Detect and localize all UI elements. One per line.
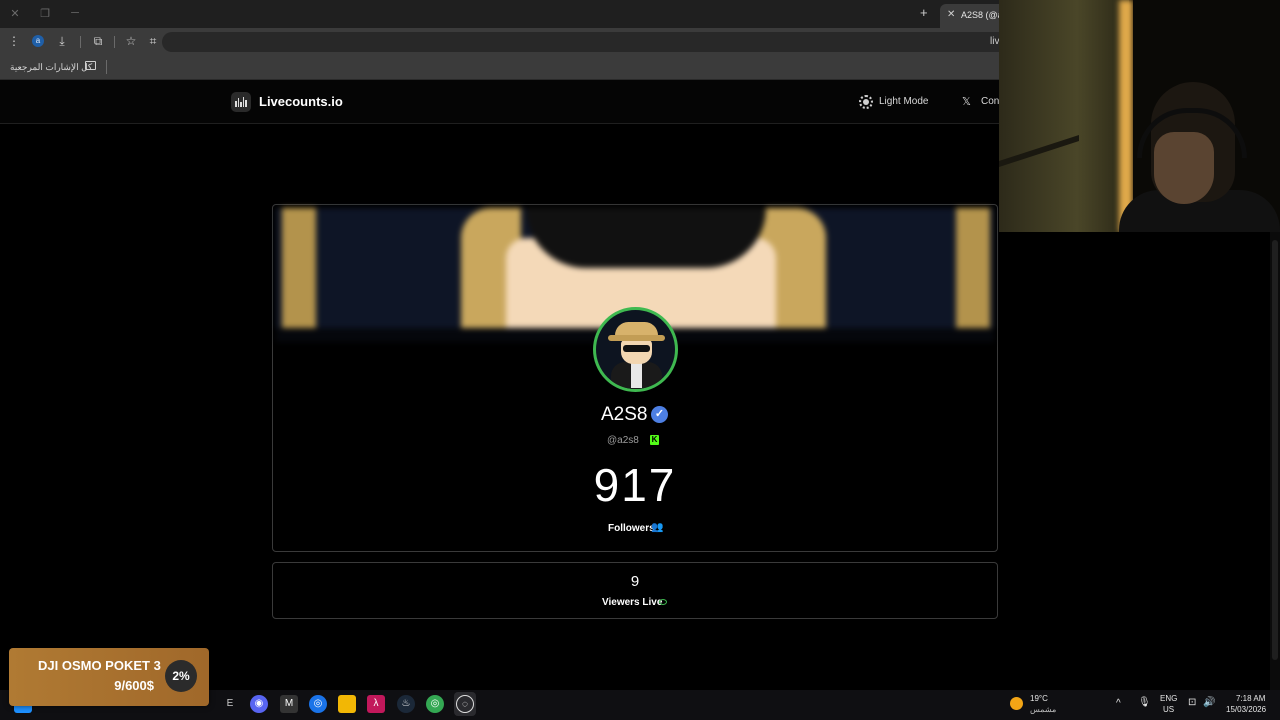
discord-icon[interactable]: ◉ — [250, 695, 268, 713]
contact-link[interactable]: Con — [981, 96, 1000, 107]
clock-date[interactable]: 15/03/2026 — [1226, 705, 1266, 714]
scrollbar-thumb[interactable] — [1272, 240, 1278, 660]
bookmarks-divider — [106, 60, 107, 74]
microphone-icon[interactable]: 🎙 — [1138, 697, 1151, 708]
site-name[interactable]: Livecounts.io — [259, 94, 343, 109]
viewer-count: 9 — [630, 573, 640, 590]
folder-icon — [85, 61, 96, 70]
username: A2S8 — [601, 404, 648, 425]
bookmarks-bar — [0, 56, 1000, 80]
goal-title: DJI OSMO POKET 3 — [38, 658, 161, 673]
volume-icon[interactable]: 🔊 — [1203, 697, 1215, 708]
new-tab-icon[interactable]: + — [920, 5, 928, 20]
network-icon[interactable]: ⊡ — [1188, 697, 1196, 708]
language-bottom[interactable]: US — [1163, 705, 1174, 714]
profile-avatar-icon[interactable]: a — [32, 35, 44, 47]
goal-amount: 9/600$ — [114, 678, 154, 693]
epic-games-icon[interactable]: E — [221, 695, 239, 713]
bookmark-star-icon[interactable]: ☆ — [123, 34, 139, 48]
browser-tabstrip — [0, 0, 1000, 28]
downloads-icon[interactable]: ⤓ — [54, 34, 70, 49]
browser-tab-active[interactable]: ✕ A2S8 (@a2 — [940, 4, 1001, 28]
webcam-overlay — [999, 0, 1280, 232]
x-logo-icon[interactable]: 𝕏 — [962, 95, 971, 108]
all-bookmarks-link[interactable]: كل الإشارات المرجعية — [10, 62, 92, 73]
app-icon[interactable]: M — [280, 695, 298, 713]
page-right-area — [999, 232, 1280, 690]
sun-icon-core — [863, 99, 869, 105]
browser-icon[interactable]: ◎ — [426, 695, 444, 713]
viewers-card — [272, 562, 998, 619]
address-bar[interactable] — [162, 32, 1000, 52]
close-window-icon[interactable]: ✕ — [8, 7, 22, 20]
restore-window-icon[interactable]: ❐ — [38, 7, 52, 20]
kick-icon[interactable]: K — [650, 435, 659, 445]
weather-temp[interactable]: 19°C — [1030, 694, 1048, 703]
toolbar-divider — [114, 36, 115, 48]
app-launcher-icon[interactable]: λ — [367, 695, 385, 713]
file-explorer-icon[interactable] — [338, 695, 356, 713]
steam-icon[interactable]: ♨ — [397, 695, 415, 713]
eye-icon — [659, 599, 667, 605]
users-icon: 👥 — [651, 522, 664, 533]
tray-chevron-icon[interactable]: ^ — [1116, 698, 1121, 709]
sun-weather-icon[interactable] — [1010, 697, 1023, 710]
tab-title: A2S8 (@a2 — [961, 10, 1001, 20]
language-top[interactable]: ENG — [1160, 694, 1177, 703]
obs-icon[interactable]: ◌ — [456, 695, 474, 713]
verified-check-icon: ✓ — [651, 406, 668, 423]
chrome-icon[interactable]: ◎ — [309, 695, 327, 713]
minimize-window-icon[interactable]: ─ — [68, 7, 82, 19]
tab-close-icon[interactable]: ✕ — [947, 9, 955, 20]
viewers-live-label: Viewers Live — [602, 597, 663, 608]
light-mode-toggle[interactable]: Light Mode — [879, 96, 928, 107]
bar-chart-icon — [235, 97, 247, 107]
extensions-icon[interactable]: ⧉ — [90, 34, 106, 49]
profile-avatar[interactable] — [593, 307, 678, 392]
menu-kebab-icon[interactable]: ⋮ — [6, 34, 22, 48]
user-handle: @a2s8 — [607, 435, 639, 446]
goal-percent: 2% — [165, 660, 197, 692]
translate-icon[interactable]: ⌗ — [145, 34, 161, 49]
follower-count: 917 — [593, 459, 677, 511]
clock-time[interactable]: 7:18 AM — [1236, 694, 1265, 703]
site-header — [0, 80, 1000, 124]
weather-desc[interactable]: مشمس — [1030, 705, 1056, 714]
screen: { "browser": { "tab_title": "A2S8 (@a2",… — [0, 0, 1280, 720]
followers-label: Followers — [608, 523, 655, 534]
toolbar-divider — [80, 36, 81, 48]
